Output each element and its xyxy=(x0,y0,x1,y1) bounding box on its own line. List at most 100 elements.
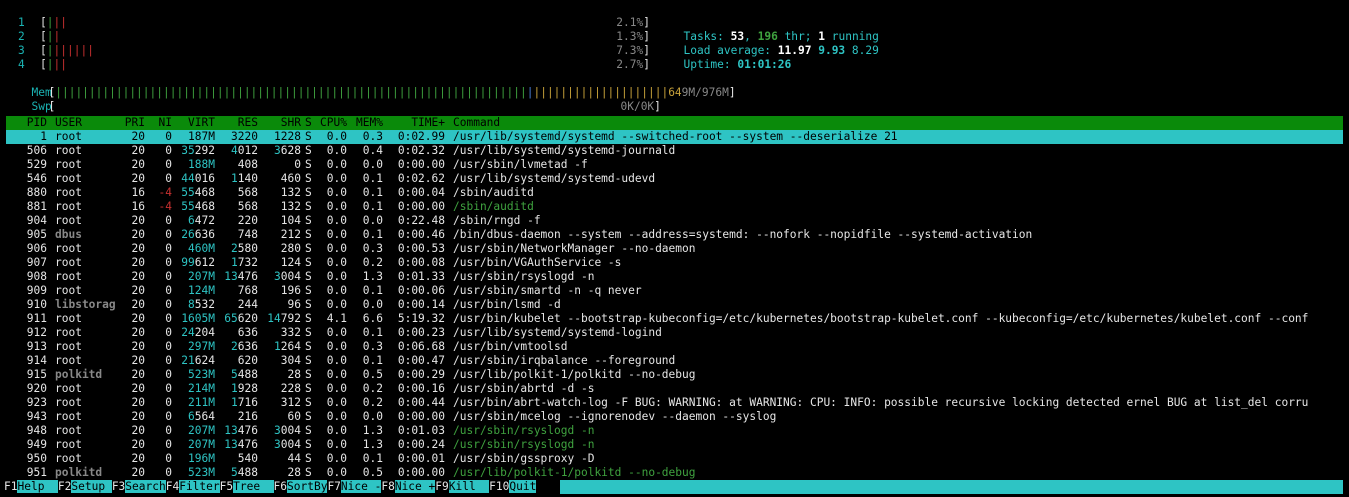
cell-cpu: 0.0 xyxy=(326,368,347,381)
cell-pri: 20 xyxy=(131,438,145,451)
cell-user: root xyxy=(55,354,82,367)
cell-shr: 104 xyxy=(280,214,301,227)
fkey-f9[interactable]: F9 xyxy=(435,480,448,493)
fkey-label[interactable]: Help xyxy=(17,480,58,493)
column-header-virt[interactable]: VIRT xyxy=(188,116,215,130)
cell-virt: 6564 xyxy=(188,410,215,423)
cell-pid: 904 xyxy=(26,214,47,227)
cpu-label: 2 xyxy=(18,30,25,43)
column-header-mem[interactable]: MEM% xyxy=(356,116,383,130)
cell-pid: 914 xyxy=(26,354,47,367)
cell-pid: 909 xyxy=(26,284,47,297)
cell-shr: 3628 xyxy=(274,144,301,157)
cell-s: S xyxy=(305,270,312,283)
fkey-f3[interactable]: F3 xyxy=(112,480,125,493)
cell-virt: 297M xyxy=(188,340,215,353)
cpu-percent: 2.7%] xyxy=(616,58,650,71)
cell-time: 0:00.00 xyxy=(397,466,445,479)
fkey-label[interactable]: Tree xyxy=(233,480,274,493)
column-header-pri[interactable]: PRI xyxy=(125,116,145,130)
column-header-ni[interactable]: NI xyxy=(159,116,172,130)
cell-virt: 187M xyxy=(188,130,215,143)
column-header-shr[interactable]: SHR xyxy=(281,116,301,130)
cell-s: S xyxy=(305,354,312,367)
cell-mem: 0.1 xyxy=(362,326,383,339)
cell-cpu: 0.0 xyxy=(326,424,347,437)
fkey-label[interactable]: Quit xyxy=(509,480,537,493)
cell-pri: 20 xyxy=(131,144,145,157)
cell-pid: 943 xyxy=(26,410,47,423)
column-header-s[interactable]: S xyxy=(305,116,312,130)
cell-pri: 20 xyxy=(131,130,145,143)
cell-command: /usr/sbin/NetworkManager --no-daemon xyxy=(453,242,696,255)
column-header-command[interactable]: Command xyxy=(453,116,500,130)
cell-s: S xyxy=(305,242,312,255)
cell-user: root xyxy=(55,452,82,465)
cell-ni: 0 xyxy=(165,298,172,311)
cell-res: 3220 xyxy=(231,130,258,143)
fkey-label[interactable]: SortBy xyxy=(287,480,328,493)
column-header-cpu[interactable]: CPU% xyxy=(320,116,347,130)
fkey-label[interactable]: Filter xyxy=(179,480,220,493)
cell-command: /usr/sbin/rsyslogd -n xyxy=(453,270,595,283)
cell-command: /usr/lib/systemd/systemd-logind xyxy=(453,326,662,339)
cell-cpu: 0.0 xyxy=(326,158,347,171)
fkey-label[interactable]: Nice - xyxy=(340,480,382,493)
cell-shr: 304 xyxy=(280,354,301,367)
cell-shr: 196 xyxy=(280,284,301,297)
cell-ni: 0 xyxy=(165,144,172,157)
cpu-meter-1: 1 [||| xyxy=(18,16,67,29)
fkey-f1[interactable]: F1 xyxy=(4,480,17,493)
fkey-f6[interactable]: F6 xyxy=(274,480,287,493)
column-header-user[interactable]: USER xyxy=(55,116,82,130)
cell-time: 0:00.23 xyxy=(397,326,445,339)
fkey-label[interactable]: Nice + xyxy=(394,480,436,493)
cell-pri: 20 xyxy=(131,466,145,479)
cell-user: root xyxy=(55,396,82,409)
cell-time: 0:00.04 xyxy=(397,186,445,199)
fkey-f2[interactable]: F2 xyxy=(58,480,71,493)
cell-time: 0:00.00 xyxy=(397,200,445,213)
cell-pri: 20 xyxy=(131,410,145,423)
cell-ni: 0 xyxy=(165,340,172,353)
cell-pri: 20 xyxy=(131,326,145,339)
cell-time: 0:00.00 xyxy=(397,410,445,423)
cell-user: polkitd xyxy=(55,368,103,381)
cell-mem: 6.6 xyxy=(362,312,383,325)
fkey-label[interactable]: Search xyxy=(125,480,166,493)
cell-s: S xyxy=(305,144,312,157)
cell-mem: 0.5 xyxy=(362,466,383,479)
cell-user: root xyxy=(55,256,82,269)
column-header-pid[interactable]: PID xyxy=(27,116,47,130)
fkey-f10[interactable]: F10 xyxy=(489,480,509,493)
cell-pid: 908 xyxy=(26,270,47,283)
cell-pid: 910 xyxy=(26,298,47,311)
cell-res: 408 xyxy=(237,158,258,171)
fkey-f4[interactable]: F4 xyxy=(166,480,179,493)
cell-time: 0:00.06 xyxy=(397,284,445,297)
cell-user: root xyxy=(55,340,82,353)
column-header-res[interactable]: RES xyxy=(238,116,258,130)
cell-res: 2636 xyxy=(231,340,258,353)
cell-pid: 907 xyxy=(26,256,47,269)
fkey-f8[interactable]: F8 xyxy=(381,480,394,493)
fkey-label[interactable]: Setup xyxy=(71,480,112,493)
column-header-time[interactable]: TIME+ xyxy=(411,116,445,130)
cell-cpu: 0.0 xyxy=(326,410,347,423)
fkey-label[interactable]: Kill xyxy=(448,480,490,493)
fkey-f5[interactable]: F5 xyxy=(220,480,233,493)
cell-mem: 1.3 xyxy=(362,270,383,283)
fkey-f7[interactable]: F7 xyxy=(327,480,340,493)
cell-pri: 20 xyxy=(131,256,145,269)
cell-virt: 35292 xyxy=(181,144,215,157)
cell-pid: 913 xyxy=(26,340,47,353)
cell-pid: 912 xyxy=(26,326,47,339)
swap-meter: Swp[ xyxy=(31,100,56,113)
cell-shr: 1264 xyxy=(274,340,301,353)
cell-time: 0:00.08 xyxy=(397,256,445,269)
cell-ni: 0 xyxy=(165,382,172,395)
cell-res: 5488 xyxy=(231,466,258,479)
cell-time: 0:02.99 xyxy=(397,130,445,143)
cell-ni: -4 xyxy=(158,200,172,213)
function-key-bar: F1Help F2Setup F3SearchF4FilterF5Tree F6… xyxy=(0,480,1349,494)
